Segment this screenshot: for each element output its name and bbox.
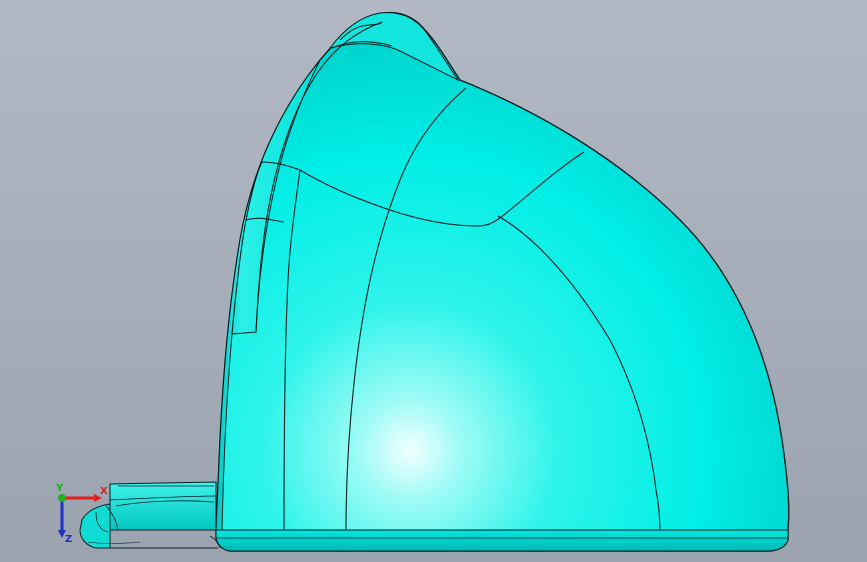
y-axis-label: Y — [55, 483, 64, 494]
graphics-viewport[interactable]: Y X Z — [0, 0, 867, 562]
cad-model-view[interactable] — [0, 0, 867, 562]
y-axis-dot — [58, 494, 66, 502]
base-band[interactable] — [215, 529, 789, 552]
axis-triad: Y X Z — [55, 483, 108, 544]
x-axis-label: X — [100, 486, 108, 497]
z-axis-label: Z — [65, 534, 72, 544]
